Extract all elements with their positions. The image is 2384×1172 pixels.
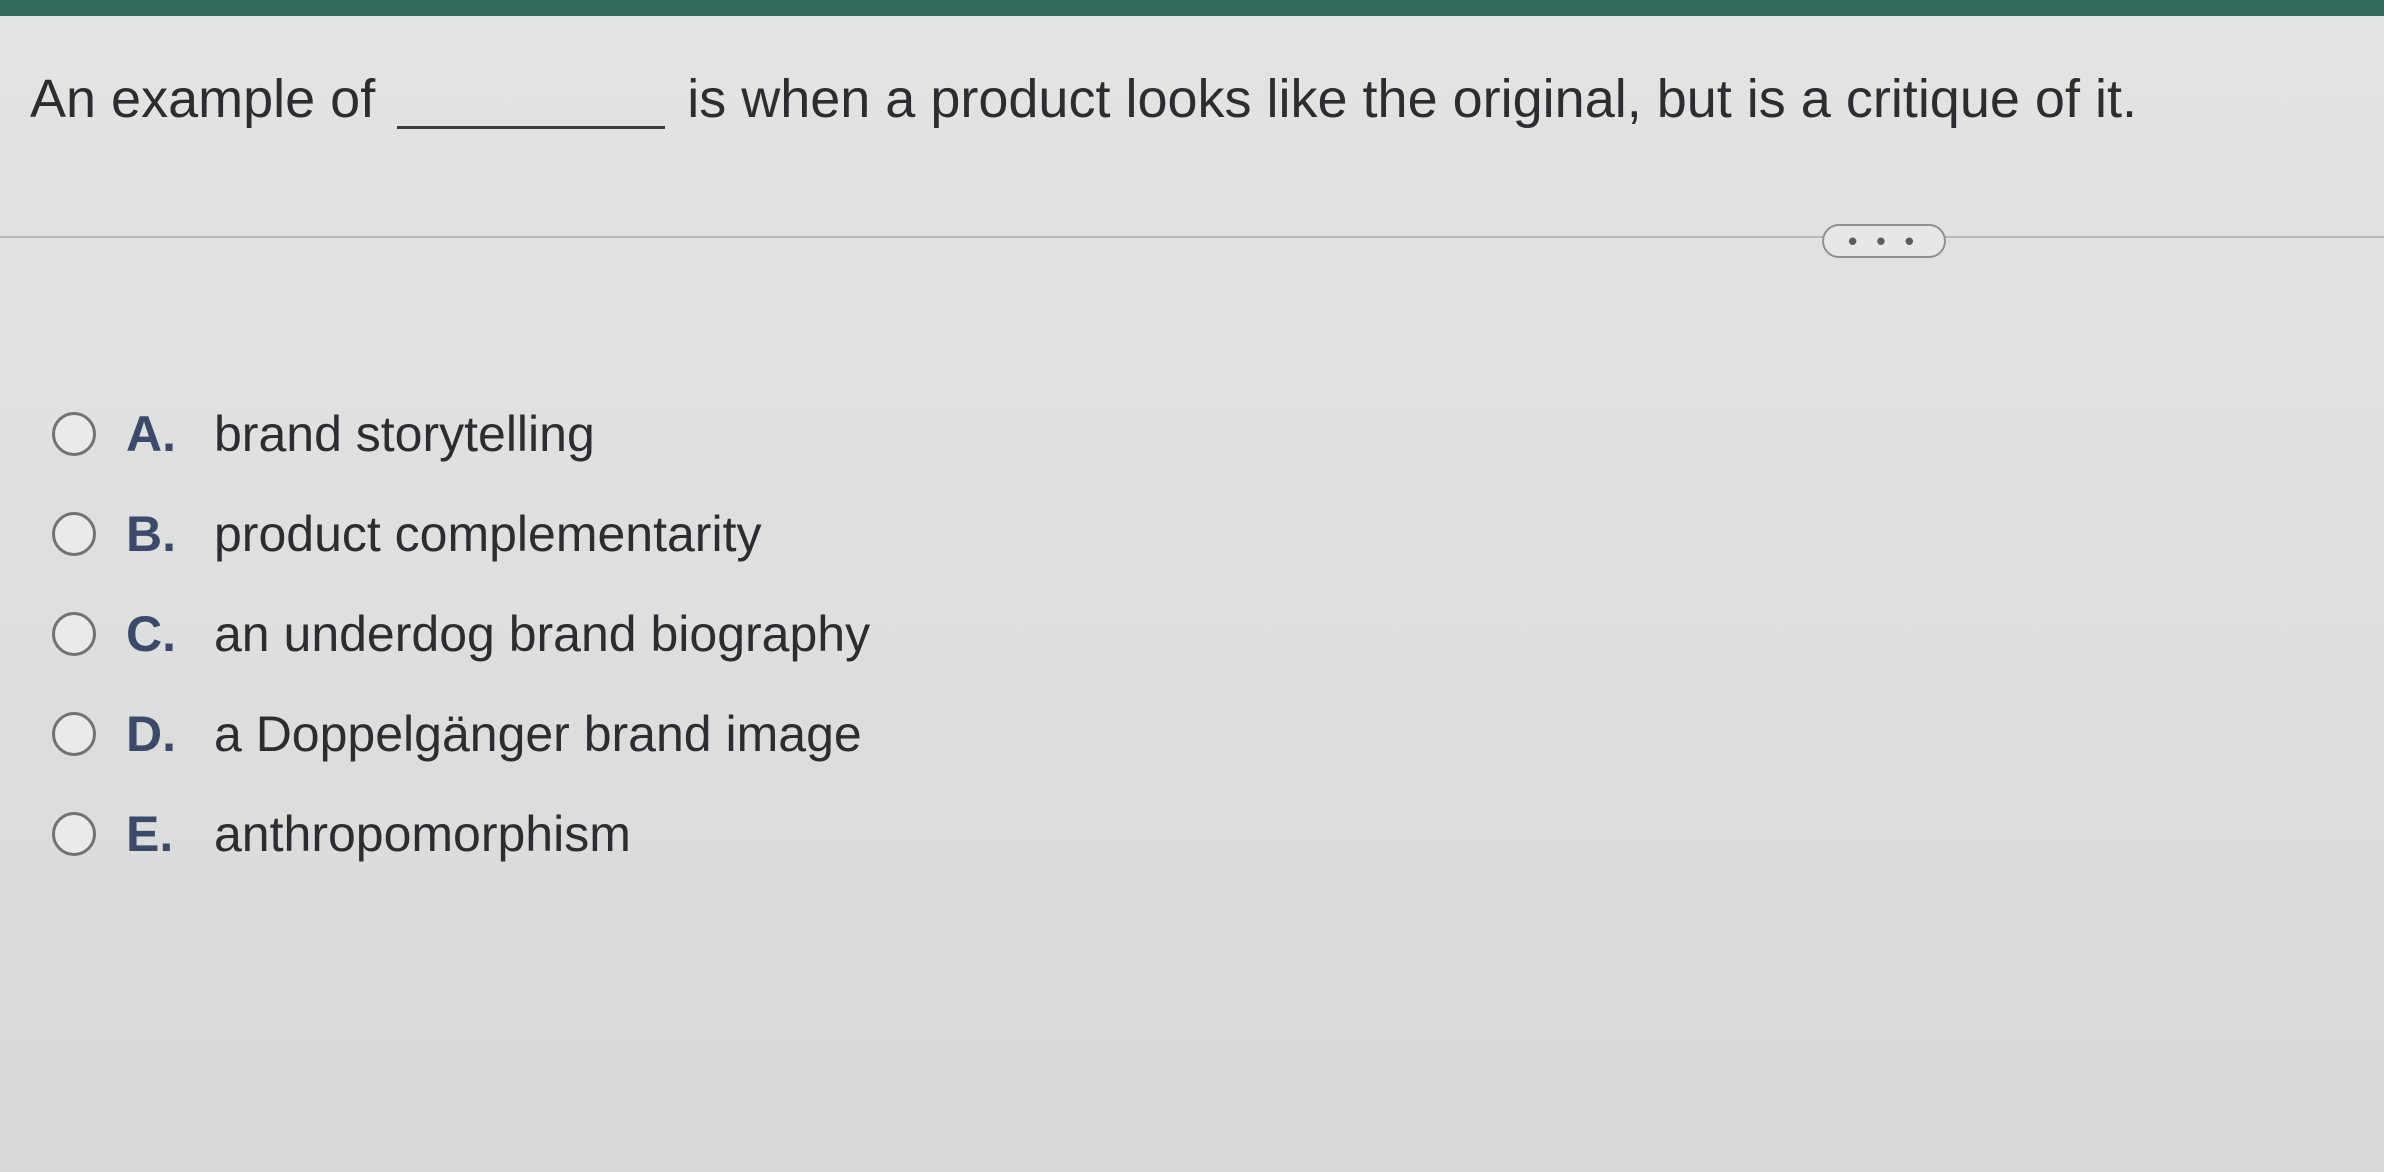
option-b[interactable]: B. product complementarity <box>52 484 870 584</box>
option-letter: E. <box>126 806 174 862</box>
radio-icon[interactable] <box>52 512 96 556</box>
option-letter: A. <box>126 406 176 462</box>
answer-options: A. brand storytelling B. product complem… <box>52 384 870 884</box>
option-label: a Doppelgänger brand image <box>214 706 862 762</box>
radio-icon[interactable] <box>52 412 96 456</box>
top-bar <box>0 0 2384 16</box>
question-prefix: An example of <box>30 69 376 129</box>
answer-blank <box>397 70 666 129</box>
more-options-button[interactable]: • • • <box>1822 224 1946 258</box>
option-letter: C. <box>126 606 176 662</box>
option-label: an underdog brand biography <box>214 606 871 662</box>
radio-icon[interactable] <box>52 612 96 656</box>
question-suffix: is when a product looks like the origina… <box>687 69 2137 129</box>
option-label: anthropomorphism <box>214 806 631 862</box>
option-c[interactable]: C. an underdog brand biography <box>52 584 870 684</box>
option-label: product complementarity <box>214 506 762 562</box>
radio-icon[interactable] <box>52 812 96 856</box>
option-label: brand storytelling <box>214 406 595 462</box>
radio-icon[interactable] <box>52 712 96 756</box>
question-text: An example of is when a product looks li… <box>30 58 2137 130</box>
option-e[interactable]: E. anthropomorphism <box>52 784 870 884</box>
option-d[interactable]: D. a Doppelgänger brand image <box>52 684 870 784</box>
option-letter: D. <box>126 706 176 762</box>
section-divider <box>0 236 2384 238</box>
option-letter: B. <box>126 506 176 562</box>
option-a[interactable]: A. brand storytelling <box>52 384 870 484</box>
